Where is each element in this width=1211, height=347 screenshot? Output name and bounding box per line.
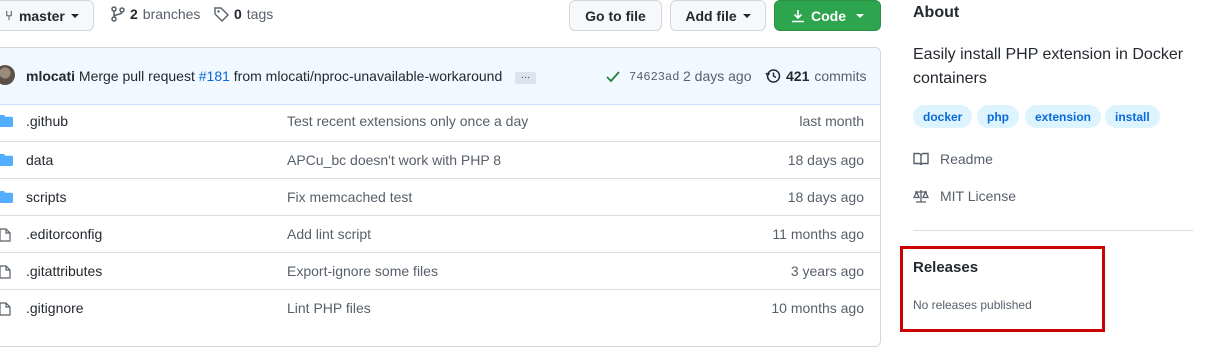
branch-select-button[interactable]: ⑂ master — [0, 0, 94, 31]
avatar[interactable] — [0, 65, 15, 85]
file-icon — [0, 302, 11, 316]
file-name[interactable]: .editorconfig — [26, 226, 102, 242]
table-row[interactable]: .gitattributes Export-ignore some files 3 … — [0, 252, 880, 290]
expand-commit-button[interactable]: … — [515, 70, 536, 84]
git-branch-icon — [111, 6, 125, 22]
file-commit-message[interactable]: APCu_bc doesn't work with PHP 8 — [287, 152, 501, 168]
tags-link[interactable]: 0 tags — [214, 6, 273, 22]
file-age: 18 days ago — [787, 189, 864, 205]
file-commit-message[interactable]: Fix memcached test — [287, 189, 412, 205]
commit-message: mlocati Merge pull request #181 from mlo… — [26, 68, 502, 84]
releases-heading[interactable]: Releases — [913, 259, 978, 276]
table-row[interactable]: .editorconfig Add lint script 11 months ag… — [0, 215, 880, 253]
topic-php[interactable]: php — [977, 105, 1019, 128]
sidebar-divider — [913, 230, 1193, 231]
commit-message-suffix[interactable]: from mlocati/nproc-unavailable-workaroun… — [234, 68, 502, 84]
topic-docker[interactable]: docker — [913, 105, 973, 128]
description-line-1: Easily install PHP extension in Docker — [913, 46, 1184, 63]
chevron-down-icon — [856, 13, 864, 18]
file-age: 3 years ago — [790, 263, 864, 279]
tags-label: tags — [246, 6, 274, 22]
table-row[interactable]: scripts Fix memcached test 18 days ago — [0, 178, 880, 216]
commit-time: 2 days ago — [683, 68, 752, 84]
license-link[interactable]: MIT License — [913, 188, 1016, 204]
file-icon — [0, 265, 11, 279]
file-age: 18 days ago — [787, 152, 864, 168]
add-file-button[interactable]: Add file — [670, 0, 766, 31]
file-age: 11 months ago — [772, 226, 864, 242]
tag-icon — [214, 6, 229, 22]
description-line-2: containers — [913, 70, 987, 87]
file-age: last month — [799, 113, 864, 129]
file-commit-message[interactable]: Export-ignore some files — [287, 263, 438, 279]
readme-label: Readme — [940, 151, 993, 167]
commits-label: commits — [814, 68, 867, 84]
file-icon — [0, 228, 11, 242]
folder-icon — [0, 191, 13, 203]
pr-link[interactable]: #181 — [199, 68, 230, 84]
chevron-down-icon — [70, 13, 79, 18]
book-icon — [913, 152, 929, 166]
file-commit-message[interactable]: Add lint script — [287, 226, 371, 242]
file-name[interactable]: scripts — [26, 189, 66, 205]
branch-label: master — [18, 7, 65, 24]
chevron-down-icon — [742, 13, 751, 18]
file-commit-message[interactable]: Test recent extensions only once a day — [287, 113, 528, 129]
table-row[interactable]: .github Test recent extensions only once … — [0, 103, 880, 140]
topic-extension[interactable]: extension — [1025, 105, 1102, 128]
no-releases-text: No releases published — [913, 298, 1032, 312]
branches-link[interactable]: 2 branches — [111, 6, 200, 22]
about-heading: About — [913, 4, 960, 21]
commits-count: 421 — [786, 68, 810, 84]
commits-history-link[interactable]: 421 commits — [765, 68, 866, 84]
law-icon — [913, 189, 929, 203]
tags-count: 0 — [234, 6, 242, 22]
table-row[interactable]: data APCu_bc doesn't work with PHP 8 18 da… — [0, 141, 880, 179]
ellipsis-label: … — [520, 70, 531, 81]
table-row[interactable]: .gitignore Lint PHP files 10 months ago — [0, 289, 880, 327]
commit-sha[interactable]: 74623ad — [629, 70, 679, 84]
folder-icon — [0, 154, 13, 166]
commit-author[interactable]: mlocati — [26, 68, 75, 84]
go-to-file-label: Go to file — [585, 7, 646, 24]
file-list-box: mlocati Merge pull request #181 from mlo… — [0, 47, 881, 347]
repo-description: Easily install PHP extension in Docker c… — [913, 43, 1183, 91]
code-button[interactable]: Code — [774, 0, 881, 31]
commit-message-prefix[interactable]: Merge pull request — [79, 68, 195, 84]
go-to-file-button[interactable]: Go to file — [569, 0, 662, 31]
file-name[interactable]: data — [26, 152, 53, 168]
topic-install[interactable]: install — [1105, 105, 1160, 128]
code-label: Code — [811, 7, 846, 24]
history-icon — [765, 69, 781, 83]
file-age: 10 months ago — [771, 300, 864, 316]
file-name[interactable]: .gitignore — [26, 300, 84, 316]
download-icon — [792, 9, 804, 22]
license-label: MIT License — [940, 188, 1016, 204]
branch-icon: ⑂ — [5, 8, 13, 23]
branches-label: branches — [142, 6, 201, 22]
branches-count: 2 — [130, 6, 138, 22]
file-name[interactable]: .gitattributes — [26, 263, 102, 279]
folder-icon — [0, 115, 13, 127]
check-icon[interactable] — [606, 71, 620, 83]
file-name[interactable]: .github — [26, 113, 68, 129]
add-file-label: Add file — [685, 7, 737, 24]
readme-link[interactable]: Readme — [913, 151, 993, 167]
file-commit-message[interactable]: Lint PHP files — [287, 300, 371, 316]
latest-commit-bar: mlocati Merge pull request #181 from mlo… — [0, 48, 880, 105]
